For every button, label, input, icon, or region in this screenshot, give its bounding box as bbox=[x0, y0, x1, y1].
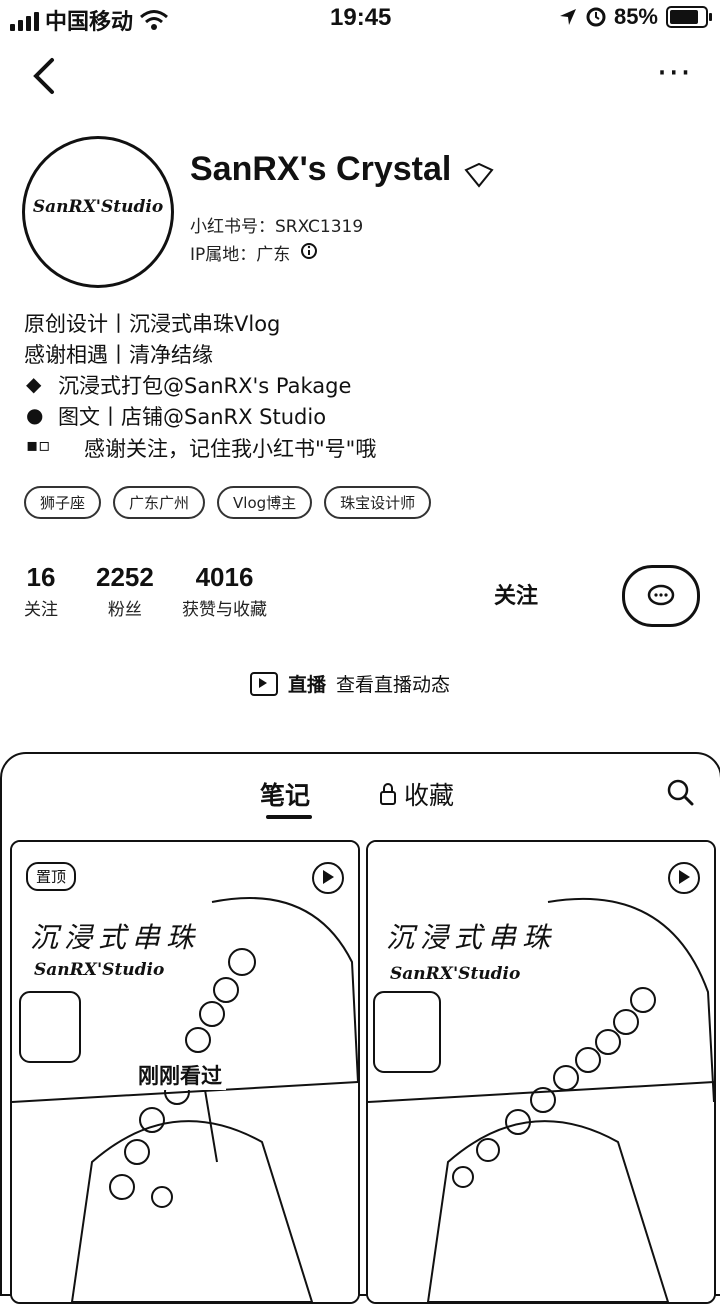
profile-ip: IP属地：广东 bbox=[190, 245, 291, 265]
note-card-2[interactable]: 沉浸式串珠 SanRX'Studio bbox=[366, 840, 716, 1304]
battery-icon bbox=[666, 6, 712, 28]
live-link[interactable]: 查看直播动态 bbox=[336, 670, 450, 697]
carrier-label: 中国移动 bbox=[45, 10, 134, 35]
follow-button[interactable]: 关注 bbox=[494, 578, 538, 610]
live-icon bbox=[250, 671, 278, 696]
profile-id: 小红书号：SRXC1319 bbox=[190, 217, 364, 237]
signal-icon bbox=[10, 9, 39, 31]
crystal-badge-icon bbox=[464, 162, 494, 188]
tag-vlog[interactable]: Vlog博主 bbox=[217, 486, 313, 519]
bio-line-1: 原创设计丨沉浸式串珠Vlog bbox=[24, 312, 281, 336]
location-icon bbox=[559, 9, 576, 25]
tag-designer[interactable]: 珠宝设计师 bbox=[324, 486, 432, 519]
bio-line-5: 感谢关注，记住我小红书"号"哦 bbox=[84, 437, 377, 461]
sparkle-icon: ▪▫ bbox=[26, 435, 51, 456]
stat-following-count: 16 bbox=[26, 562, 56, 592]
back-icon[interactable] bbox=[28, 56, 58, 96]
message-button[interactable] bbox=[622, 565, 700, 627]
tab-collect[interactable]: 收藏 bbox=[404, 776, 454, 812]
avatar[interactable]: SanRX'Studio bbox=[22, 136, 174, 288]
video-play-icon bbox=[312, 862, 344, 894]
pinned-badge: 置顶 bbox=[26, 862, 77, 891]
bio-line-2: 感谢相遇丨清净结缘 bbox=[24, 343, 213, 367]
search-icon[interactable] bbox=[666, 778, 694, 806]
note-card-1[interactable]: 置顶 沉浸式串珠 SanRX'Studio 刚刚看过 bbox=[10, 840, 360, 1304]
status-time: 19:45 bbox=[330, 4, 392, 31]
card-2-illustration bbox=[368, 842, 714, 1302]
tab-indicator bbox=[266, 815, 312, 819]
battery-percent: 85% bbox=[613, 4, 658, 29]
stat-fans[interactable]: 2252 粉丝 bbox=[96, 562, 154, 620]
crystal-icon: ◆ bbox=[26, 372, 42, 396]
video-play-icon bbox=[668, 862, 700, 894]
recently-viewed-label: 刚刚看过 bbox=[134, 1060, 226, 1090]
profile-name: SanRX's Crystal bbox=[190, 150, 452, 188]
live-label: 直播 bbox=[288, 674, 327, 696]
status-bar: 中国移动 19:45 85% bbox=[0, 0, 720, 38]
alarm-icon bbox=[586, 7, 606, 27]
tag-zodiac[interactable]: 狮子座 bbox=[24, 486, 102, 519]
bio-line-4: 图文丨店铺@SanRX Studio bbox=[58, 405, 327, 429]
more-icon[interactable]: ··· bbox=[657, 56, 692, 90]
avatar-logo-text: SanRX'Studio bbox=[32, 197, 164, 217]
chat-icon bbox=[647, 584, 675, 606]
stat-likes-label: 获赞与收藏 bbox=[182, 600, 267, 620]
live-row[interactable]: 直播 查看直播动态 bbox=[250, 670, 450, 697]
card-2-title: 沉浸式串珠 bbox=[386, 921, 557, 954]
bio-line-3: 沉浸式打包@SanRX's Pakage bbox=[58, 374, 352, 398]
lock-icon bbox=[380, 783, 396, 805]
info-icon[interactable] bbox=[300, 242, 318, 260]
stat-fans-count: 2252 bbox=[96, 562, 154, 592]
tag-list: 狮子座 广东广州 Vlog博主 珠宝设计师 bbox=[24, 486, 432, 519]
card-1-brand: SanRX'Studio bbox=[34, 960, 165, 980]
stat-following-label: 关注 bbox=[24, 600, 58, 620]
stat-following[interactable]: 16 关注 bbox=[24, 562, 58, 620]
status-right: 85% bbox=[558, 4, 712, 30]
card-1-title: 沉浸式串珠 bbox=[30, 921, 201, 954]
stat-likes-count: 4016 bbox=[195, 562, 254, 592]
stat-fans-label: 粉丝 bbox=[107, 600, 142, 620]
bulb-icon: ● bbox=[26, 403, 44, 427]
wifi-icon bbox=[140, 10, 168, 30]
tag-location[interactable]: 广东广州 bbox=[113, 486, 206, 519]
card-2-brand: SanRX'Studio bbox=[390, 964, 521, 984]
status-left: 中国移动 bbox=[10, 4, 169, 36]
tab-notes[interactable]: 笔记 bbox=[260, 776, 310, 812]
stat-likes[interactable]: 4016 获赞与收藏 bbox=[182, 562, 267, 620]
